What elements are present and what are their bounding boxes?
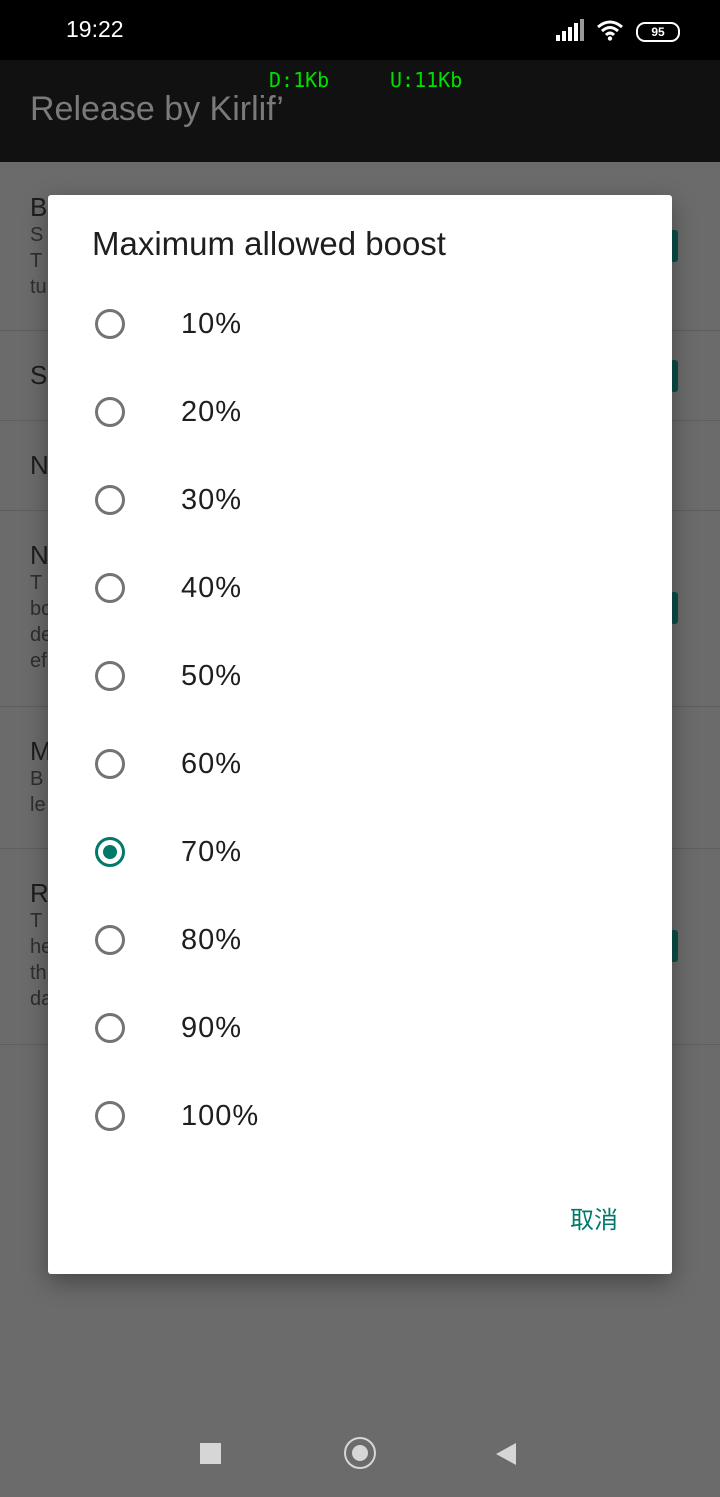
boost-option[interactable]: 20% (48, 368, 672, 456)
app-bar: D:1Kb U:11Kb Release by Kirlif’ (0, 60, 720, 162)
settings-row-summary: ef (30, 650, 47, 672)
recent-apps-icon[interactable] (200, 1443, 221, 1464)
settings-row-summary: T (30, 572, 43, 594)
boost-option[interactable]: 50% (48, 632, 672, 720)
dialog-title: Maximum allowed boost (92, 225, 446, 262)
boost-option[interactable]: 40% (48, 544, 672, 632)
boost-option[interactable]: 70% (48, 808, 672, 896)
home-icon[interactable] (344, 1437, 376, 1469)
radio-button-checked[interactable] (95, 837, 125, 867)
boost-option-label: 40% (181, 571, 243, 604)
settings-row-summary: tu (30, 276, 47, 298)
status-icons: 95 (556, 19, 680, 45)
boost-dialog: Maximum allowed boost 10% 20% 30% 40% 50% 60%… (48, 195, 672, 1274)
back-icon[interactable] (496, 1443, 516, 1465)
radio-button[interactable] (95, 1013, 125, 1043)
boost-option[interactable]: 80% (48, 896, 672, 984)
battery-icon: 95 (636, 22, 680, 42)
settings-row-title: N (30, 540, 49, 570)
boost-option[interactable]: 60% (48, 720, 672, 808)
download-speed: D:1Kb (269, 68, 330, 92)
boost-option[interactable]: 10% (48, 280, 672, 368)
radio-button[interactable] (95, 661, 125, 691)
settings-row-title: R (30, 878, 49, 908)
boost-option-label: 10% (181, 307, 243, 340)
radio-button[interactable] (95, 309, 125, 339)
radio-button[interactable] (95, 749, 125, 779)
boost-option-label: 80% (181, 923, 243, 956)
boost-option[interactable]: 30% (48, 456, 672, 544)
radio-button[interactable] (95, 485, 125, 515)
signal-icon (556, 19, 584, 43)
boost-option-label: 100% (181, 1099, 260, 1132)
settings-row-summary: S (30, 224, 44, 246)
boost-option-label: 70% (181, 835, 243, 868)
cancel-button[interactable]: 取消 (570, 1200, 618, 1235)
settings-row-summary: B (30, 768, 44, 790)
boost-option-label: 90% (181, 1011, 243, 1044)
radio-button[interactable] (95, 925, 125, 955)
settings-row-summary: le (30, 794, 46, 816)
boost-options-list: 10% 20% 30% 40% 50% 60% 70% 80% 90% 100% (48, 280, 672, 1160)
settings-row-title: B (30, 192, 48, 222)
boost-option-label: 30% (181, 483, 243, 516)
upload-speed: U:11Kb (390, 68, 463, 92)
settings-row-summary: T (30, 910, 43, 932)
boost-option[interactable]: 90% (48, 984, 672, 1072)
radio-button[interactable] (95, 573, 125, 603)
boost-option-label: 60% (181, 747, 243, 780)
status-bar: 19:22 95 (0, 0, 720, 60)
navigation-bar (0, 1412, 720, 1497)
boost-option-label: 50% (181, 659, 243, 692)
settings-row-summary: th (30, 962, 47, 984)
radio-button[interactable] (95, 1101, 125, 1131)
settings-row-title: S (30, 360, 48, 390)
app-title: Release by Kirlif’ (30, 90, 284, 128)
boost-option[interactable]: 100% (48, 1072, 672, 1160)
wifi-icon (596, 19, 624, 45)
boost-option-label: 20% (181, 395, 243, 428)
radio-button[interactable] (95, 397, 125, 427)
settings-row-summary: T (30, 250, 43, 272)
status-time: 19:22 (66, 16, 124, 42)
settings-row-title: N (30, 450, 49, 480)
